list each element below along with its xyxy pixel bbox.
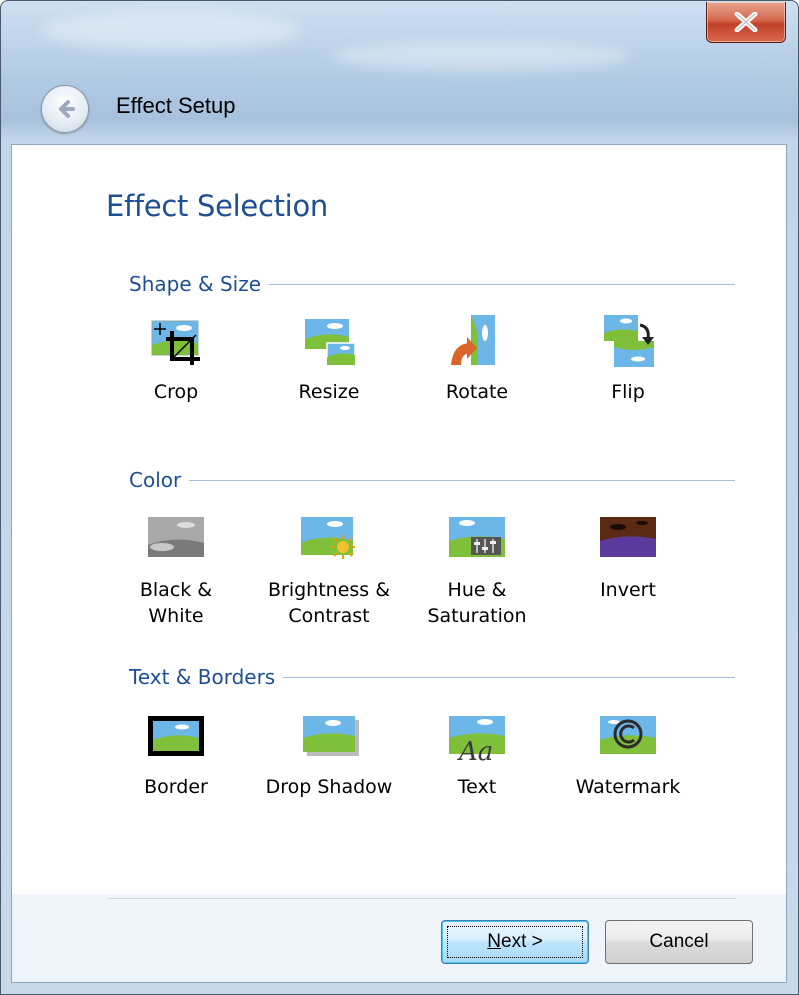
drop-shadow-icon [303,716,359,756]
section-divider [189,479,735,481]
effect-resize[interactable]: Resize [264,313,394,405]
dialog-window: Effect Setup Effect Selection Shape & Si… [0,0,799,995]
effect-label: Resize [298,381,360,403]
effect-hue-saturation[interactable]: Hue & Saturation [412,511,542,629]
invert-icon [600,517,656,557]
section-header-shape-size: Shape & Size [129,269,735,299]
section-title: Shape & Size [129,272,261,296]
section-title: Color [129,468,182,492]
effect-border[interactable]: Border [111,708,241,800]
effect-label: Text [457,776,497,798]
effect-invert[interactable]: Invert [563,511,693,603]
effect-drop-shadow[interactable]: Drop Shadow [264,708,394,800]
glass-highlight [331,41,631,71]
next-button[interactable]: Next > [441,920,589,964]
rotate-icon [451,315,495,365]
brightness-contrast-icon [301,517,355,559]
section-divider [269,283,735,285]
effect-rotate[interactable]: Rotate [412,313,542,405]
effect-label: Flip [611,381,645,403]
effect-brightness-contrast[interactable]: Brightness & Contrast [264,511,394,629]
effect-text[interactable]: Aa Text [412,708,542,800]
effect-label: Crop [153,381,199,403]
effect-label: Drop Shadow [265,776,393,798]
close-x-icon [734,12,758,32]
resize-icon [305,319,356,366]
effect-label: Watermark [575,776,681,798]
focus-rectangle [447,926,583,958]
flip-icon [604,315,654,367]
section-header-color: Color [129,465,735,495]
watermark-icon [600,716,656,754]
crop-icon [151,320,200,365]
effect-black-white[interactable]: Black & White [111,511,241,629]
section-divider [283,676,735,678]
effect-label: Brightness & Contrast [267,579,391,627]
window-title: Effect Setup [116,93,236,118]
close-button[interactable] [706,2,786,43]
page-title: Effect Selection [106,189,328,223]
text-icon: Aa [449,716,505,764]
effect-label: Border [144,776,208,798]
effect-label: Rotate [445,381,509,403]
content-panel: Effect Selection Shape & Size Crop Resiz… [11,144,787,983]
border-icon [148,716,204,756]
effect-label: Invert [600,579,656,601]
effect-watermark[interactable]: Watermark [563,708,693,800]
cancel-button[interactable]: Cancel [605,920,753,964]
svg-text:Aa: Aa [457,737,493,764]
hue-saturation-icon [449,517,505,557]
button-bar: Next > Cancel [12,894,786,982]
glass-highlight [41,11,301,51]
effect-label: Black & White [139,579,213,627]
effect-label: Hue & Saturation [427,579,527,627]
back-arrow-icon [59,100,75,118]
black-white-icon [148,517,204,557]
effect-flip[interactable]: Flip [563,313,693,405]
section-title: Text & Borders [129,665,276,689]
footer-divider [108,898,736,899]
back-button[interactable] [41,85,89,133]
effect-crop[interactable]: Crop [111,313,241,405]
section-header-text-borders: Text & Borders [129,662,735,692]
